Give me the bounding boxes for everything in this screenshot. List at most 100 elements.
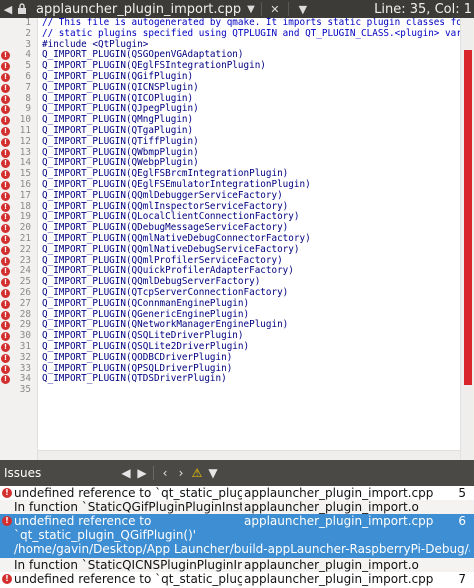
error-marker-icon[interactable]: ! — [1, 288, 10, 298]
open-file-name[interactable]: applauncher_plugin_import.cpp — [36, 2, 241, 17]
line-number: ! 10 — [0, 114, 37, 126]
error-marker-icon[interactable]: ! — [1, 94, 10, 104]
line-number: ! 13 — [0, 146, 37, 159]
error-marker-icon[interactable]: ! — [1, 191, 10, 201]
error-marker-icon[interactable]: ! — [1, 51, 10, 61]
issue-message-detail: `qt_static_plugin_QGifPlugin()' — [14, 528, 197, 542]
line-number: ! 31 — [0, 341, 37, 353]
line-number: ! 29 — [0, 319, 37, 331]
line-number: ! 28 — [0, 309, 37, 321]
file-dropdown-icon[interactable]: ▼ — [247, 4, 255, 15]
error-marker-icon[interactable]: ! — [1, 310, 10, 320]
issue-message-text: In function `StaticQICNSPluginPluginInst… — [14, 558, 242, 572]
error-marker-icon[interactable]: ! — [1, 278, 10, 288]
code-line[interactable]: Q_IMPORT_PLUGIN(QQmlDebuggerServiceFacto… — [42, 190, 460, 202]
code-editor[interactable]: 1 2 3! 4! 5! 6! 7! 8! 9! 10! 11! 12! 13! 14! 15! 16! 17!… — [0, 18, 474, 460]
warning-filter-icon[interactable]: ⚠ — [189, 462, 205, 484]
cursor-position[interactable]: Line: 35, Col: 1 — [374, 2, 474, 17]
issue-row[interactable]: !undefined reference to `qt_static_plugi… — [0, 486, 474, 500]
error-marker-icon[interactable]: ! — [1, 342, 10, 352]
back-arrow-icon[interactable]: ◀ — [0, 0, 16, 18]
issue-row[interactable]: ! undefined reference to `qt_static_plugin… — [0, 514, 474, 558]
issues-list[interactable]: !undefined reference to `qt_static_plugi… — [0, 486, 474, 588]
error-marker-icon[interactable]: ! — [1, 375, 10, 385]
line-number-label: 29 — [19, 319, 31, 331]
error-marker-icon[interactable]: ! — [1, 148, 10, 158]
next-item-icon[interactable]: ▶ — [134, 462, 150, 484]
line-number-label: 20 — [19, 222, 31, 234]
code-line[interactable]: Q_IMPORT_PLUGIN(QTDSDriverPlugin) — [42, 373, 460, 385]
line-number-label: 26 — [19, 286, 31, 298]
line-number: ! 11 — [0, 124, 37, 137]
error-marker-icon[interactable]: ! — [1, 180, 10, 190]
error-marker-icon[interactable]: ! — [1, 83, 10, 93]
line-number: ! 34 — [0, 373, 37, 385]
code-text-area[interactable]: // This file is autogenerated by qmake. … — [42, 18, 460, 460]
code-line[interactable]: Q_IMPORT_PLUGIN(QICNSPlugin) — [42, 82, 460, 94]
issue-row[interactable]: !undefined reference to `qt_static_plugi… — [0, 572, 474, 586]
error-marker-icon[interactable]: ! — [1, 62, 10, 72]
line-number: ! 6 — [0, 71, 37, 83]
line-number-label: 16 — [19, 178, 31, 190]
error-marker-icon[interactable]: ! — [1, 299, 10, 309]
symbol-dropdown-icon[interactable]: ▼ — [295, 0, 311, 18]
error-marker-icon[interactable]: ! — [1, 256, 10, 266]
issue-message-text: undefined reference to `qt_static_plugin… — [14, 572, 242, 586]
line-number-label: 11 — [19, 124, 31, 136]
issue-line-number — [452, 558, 470, 572]
error-marker-icon[interactable]: ! — [1, 353, 10, 363]
error-marker-icon[interactable]: ! — [1, 245, 10, 255]
error-marker-icon[interactable]: ! — [1, 170, 10, 180]
error-marker-icon[interactable]: ! — [1, 213, 10, 223]
expand-icon[interactable]: › — [173, 462, 189, 484]
code-line[interactable]: Q_IMPORT_PLUGIN(QODBCDriverPlugin) — [42, 352, 460, 364]
error-marker-icon[interactable]: ! — [1, 364, 10, 374]
error-marker-icon[interactable]: ! — [1, 137, 10, 147]
line-number-label: 24 — [19, 265, 31, 277]
filter-icon[interactable]: ‹ — [157, 462, 173, 484]
line-number: ! 16 — [0, 178, 37, 191]
previous-item-icon[interactable]: ◀ — [118, 462, 134, 484]
error-marker-icon[interactable]: ! — [1, 159, 10, 169]
code-line[interactable]: Q_IMPORT_PLUGIN(QConnmanEnginePlugin) — [42, 298, 460, 310]
line-number-label: 13 — [19, 146, 31, 158]
line-number: ! 20 — [0, 222, 37, 234]
line-number: ! 22 — [0, 244, 37, 256]
issue-row[interactable]: In function `StaticQICNSPluginPluginInst… — [0, 558, 474, 572]
toolbar-divider — [287, 2, 289, 16]
error-marker-icon[interactable]: ! — [1, 105, 10, 115]
issue-file: applauncher_plugin_import.cpp — [244, 572, 434, 586]
issue-row[interactable]: In function `StaticQGifPluginPluginInst a… — [0, 500, 474, 514]
horizontal-scrollbar[interactable] — [38, 450, 460, 460]
line-number-gutter: 1 2 3! 4! 5! 6! 7! 8! 9! 10! 11! 12! 13! 14! 15! 16! 17!… — [0, 18, 38, 460]
code-line[interactable] — [42, 385, 460, 396]
line-number-label: 2 — [25, 27, 31, 39]
line-number-label: 15 — [19, 168, 31, 180]
line-number: ! 27 — [0, 298, 37, 310]
line-number: ! 15 — [0, 168, 37, 180]
vertical-scrollbar[interactable] — [460, 18, 474, 460]
line-number: 2 — [0, 27, 37, 40]
close-file-icon[interactable]: ✕ — [268, 0, 282, 18]
error-marker-icon[interactable]: ! — [1, 116, 10, 126]
error-marker-icon[interactable]: ! — [1, 267, 10, 277]
issue-file: applauncher_plugin_import.o — [244, 500, 419, 514]
code-line[interactable]: // static plugins specified using QTPLUG… — [42, 28, 460, 40]
line-number: ! 32 — [0, 351, 37, 364]
error-marker-icon[interactable]: ! — [1, 321, 10, 331]
line-number-label: 12 — [19, 135, 31, 147]
line-number-label: 18 — [19, 200, 31, 212]
error-marker-icon[interactable]: ! — [1, 224, 10, 234]
code-line[interactable]: Q_IMPORT_PLUGIN(QQmlNativeDebugServiceFa… — [42, 244, 460, 256]
line-number: ! 24 — [0, 265, 37, 277]
error-marker-icon[interactable]: ! — [1, 332, 10, 342]
error-marker-icon[interactable]: ! — [1, 202, 10, 212]
error-marker-icon[interactable]: ! — [1, 126, 10, 136]
error-marker-icon[interactable]: ! — [1, 72, 10, 82]
code-line[interactable]: Q_IMPORT_PLUGIN(QTiffPlugin) — [42, 136, 460, 148]
error-marker-icon[interactable]: ! — [1, 234, 10, 244]
line-number-label: 32 — [19, 351, 31, 363]
filter-dropdown-icon[interactable]: ▼ — [205, 462, 221, 484]
line-number-label: 9 — [25, 103, 31, 115]
info-spacer — [0, 558, 14, 572]
